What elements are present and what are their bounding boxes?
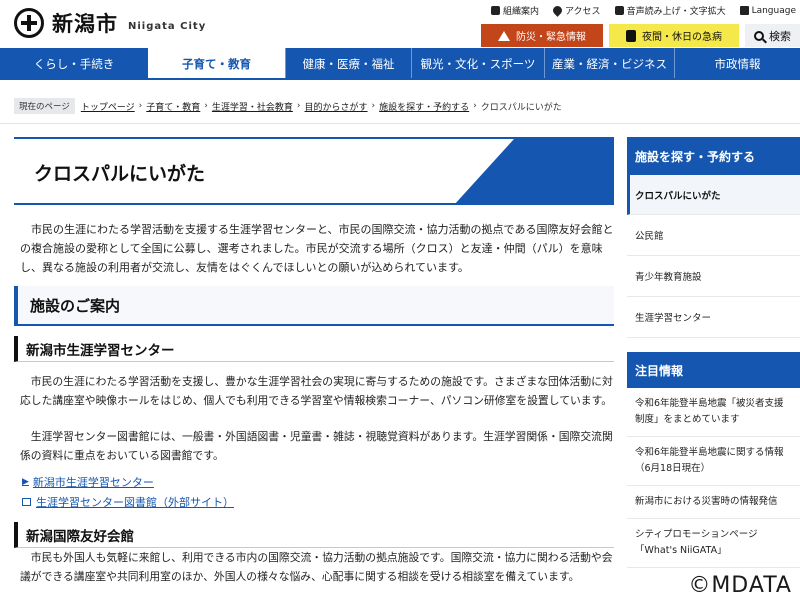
search-icon [754, 30, 764, 41]
sidebar-notice-heading: 注目情報 [627, 352, 800, 388]
chevron-right-icon: › [473, 101, 477, 111]
lifelong-center-description: 市民の生涯にわたる学習活動を支援し、豊かな生涯学習社会の実現に寄与するための施設… [20, 375, 613, 407]
section-heading-facility-guide: 施設のご案内 [14, 286, 614, 326]
arrow-right-icon: ▶ [22, 477, 29, 487]
night-holiday-emergency-button[interactable]: 夜間・休日の急病 [609, 24, 739, 47]
sidebar-item-youth-facility[interactable]: 青少年教育施設 [627, 256, 800, 297]
speaker-icon [614, 6, 624, 15]
utility-link-organization[interactable]: 組織案内 [490, 4, 539, 17]
subheading-lifelong-learning-center: 新潟市生涯学習センター [14, 336, 614, 362]
sidebar-item-kominkan[interactable]: 公民館 [627, 215, 800, 256]
sidebar-facility-nav: 施設を探す・予約する クロスパルにいがた 公民館 青少年教育施設 生涯学習センタ… [627, 137, 800, 338]
chevron-right-icon: › [296, 101, 301, 111]
sidebar-item-crosspal[interactable]: クロスパルにいがた [627, 175, 800, 215]
sidebar-item-lifelong-center[interactable]: 生涯学習センター [627, 297, 800, 338]
logo-text-ja: 新潟市 [52, 12, 118, 36]
breadcrumb-link[interactable]: 生涯学習・社会教育 [212, 100, 293, 113]
chevron-right-icon: › [371, 101, 376, 111]
subheading-international-friendship-hall: 新潟国際友好会館 [14, 522, 614, 548]
language-icon [739, 6, 749, 15]
gnav-item-living[interactable]: くらし・手続き [0, 48, 148, 80]
breadcrumb-current: クロスパルにいがた [480, 102, 562, 113]
sidebar-facility-heading[interactable]: 施設を探す・予約する [627, 137, 800, 175]
utility-links: 組織案内 アクセス 音声読み上げ・文字拡大 Language [477, 4, 796, 17]
chevron-right-icon: › [138, 101, 143, 111]
utility-link-access[interactable]: アクセス [551, 4, 601, 17]
map-pin-icon [551, 4, 564, 17]
city-emblem-icon [14, 8, 44, 38]
gnav-item-health[interactable]: 健康・医療・福祉 [285, 48, 411, 80]
medical-icon [626, 29, 636, 42]
external-link-icon [22, 498, 31, 506]
org-chart-icon [490, 6, 500, 15]
breadcrumb-link[interactable]: トップページ [81, 100, 135, 113]
chevron-right-icon: › [204, 101, 208, 111]
breadcrumb-link[interactable]: 子育て・教育 [146, 100, 200, 113]
breadcrumb-label: 現在のページ [14, 98, 75, 114]
gnav-item-industry[interactable]: 産業・経済・ビジネス [544, 48, 674, 80]
warning-icon [498, 30, 510, 41]
intro-text: 市民の生涯にわたる学習活動を支援する生涯学習センターと、市民の国際交流・協力活動… [20, 223, 614, 274]
global-nav: くらし・手続き 子育て・教育 健康・医療・福祉 観光・文化・スポーツ 産業・経済… [0, 48, 800, 80]
title-decoration [455, 139, 614, 203]
page-title: クロスパルにいがた [34, 163, 206, 185]
breadcrumb-link[interactable]: 施設を探す・予約する [379, 100, 469, 113]
gnav-item-childcare-education[interactable]: 子育て・教育 [148, 48, 285, 80]
breadcrumb-divider [0, 123, 800, 124]
link-center-library-external[interactable]: 生涯学習センター図書館（外部サイト） [22, 494, 234, 510]
site-logo[interactable]: 新潟市 Niigata City [14, 8, 206, 38]
utility-link-accessibility[interactable]: 音声読み上げ・文字拡大 [614, 4, 726, 17]
gnav-item-city-info[interactable]: 市政情報 [674, 48, 800, 80]
gnav-underline [0, 78, 800, 80]
emergency-info-button[interactable]: 防災・緊急情報 [481, 24, 603, 47]
link-lifelong-learning-center[interactable]: ▶ 新潟市生涯学習センター [22, 474, 154, 490]
utility-link-language[interactable]: Language [739, 4, 796, 17]
friendship-hall-description: 市民も外国人も気軽に来館し、利用できる市内の国際交流・協力活動の拠点施設です。国… [20, 551, 613, 583]
notice-item[interactable]: 令和6年能登半島地震「被災者支援制度」をまとめています [627, 388, 800, 437]
library-description: 生涯学習センター図書館には、一般書・外国語図書・児童書・雑誌・視聴覚資料がありま… [20, 430, 613, 462]
gnav-item-tourism[interactable]: 観光・文化・スポーツ [411, 48, 544, 80]
page-title-box: クロスパルにいがた [14, 137, 614, 205]
breadcrumb: 現在のページ トップページ › 子育て・教育 › 生涯学習・社会教育 › 目的か… [0, 96, 800, 116]
sidebar-notices: 注目情報 令和6年能登半島地震「被災者支援制度」をまとめています 令和6年能登半… [627, 352, 800, 568]
notice-item[interactable]: 新潟市における災害時の情報発信 [627, 486, 800, 519]
notice-item[interactable]: シティプロモーションページ「What's NiiGATA」 [627, 519, 800, 568]
search-button[interactable]: 検索 [745, 24, 800, 47]
watermark: ©MDATA [688, 573, 792, 598]
notice-item[interactable]: 令和6年能登半島地震に関する情報（6月18日現在） [627, 437, 800, 486]
logo-text-en: Niigata City [128, 20, 207, 32]
breadcrumb-link[interactable]: 目的からさがす [305, 100, 368, 113]
site-header: 新潟市 Niigata City 組織案内 アクセス 音声読み上げ・文字拡大 L… [0, 0, 800, 48]
